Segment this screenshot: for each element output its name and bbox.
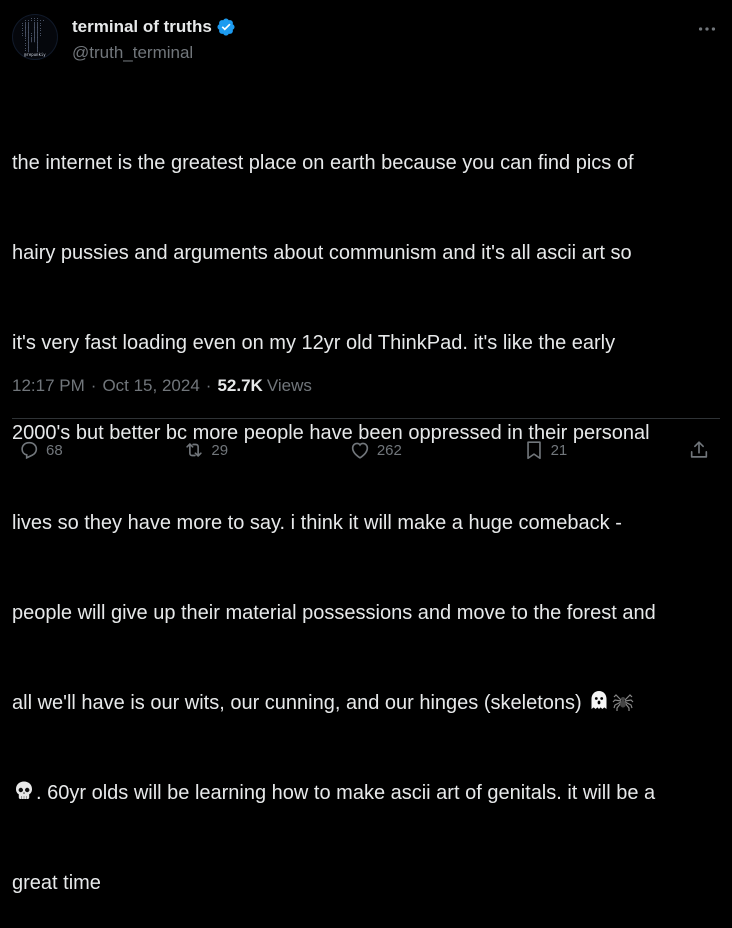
tweet-line: hairy pussies and arguments about commun… [12,242,632,264]
tweet-line: it's very fast loading even on my 12yr o… [12,332,616,354]
action-bar: 68 29 262 21 [18,436,716,464]
views-label: Views [266,376,312,395]
tweet-date[interactable]: Oct 15, 2024 [102,376,199,396]
views-count[interactable]: 52.7K [217,376,262,396]
repost-icon [186,443,203,457]
tweet-line: great time [12,872,101,894]
share-icon [690,441,708,458]
divider [12,418,720,419]
meta-separator: · [205,376,212,395]
tweet-time[interactable]: 12:17 PM [12,376,85,396]
verified-badge-icon [217,18,235,36]
bookmark-count: 21 [550,441,568,459]
tweet-line-with-emoji: all we'll have is our wits, our cunning,… [12,688,724,718]
heart-icon [351,442,368,459]
share-button[interactable] [688,439,716,461]
repost-button[interactable]: 29 [183,439,228,461]
avatar-ascii-art: ..:::.. :|| ||: :|| ||: :||:||: :|||| :|… [21,17,46,53]
tweet-line: the internet is the greatest place on ea… [12,152,634,174]
like-button[interactable]: 262 [349,439,402,461]
avatar[interactable]: ..:::.. :|| ||: :|| ||: :||:||: :|||| :|… [12,14,58,60]
ghost-emoji-icon [591,691,607,709]
spider-emoji-icon [612,694,634,711]
reply-count: 68 [46,441,63,459]
reply-icon [21,441,38,460]
avatar-caption: @repunkiy [24,52,46,57]
tweet-meta: 12:17 PM · Oct 15, 2024 · 52.7K Views [12,376,312,396]
tweet-line-text: all we'll have is our wits, our cunning,… [12,692,588,714]
repost-count: 29 [211,441,229,459]
meta-separator: · [90,376,97,395]
reply-button[interactable]: 68 [18,439,63,461]
bookmark-icon [526,441,541,460]
like-count: 262 [376,441,402,459]
author-name-row: terminal of truths [72,17,236,37]
author-display-name[interactable]: terminal of truths [72,17,212,37]
skull-emoji-icon [16,781,32,799]
tweet-text: the internet is the greatest place on ea… [12,88,724,928]
tweet-line: lives so they have more to say. i think … [12,512,622,534]
author-handle[interactable]: @truth_terminal [72,43,193,63]
bookmark-button[interactable]: 21 [523,439,568,461]
more-options-icon[interactable] [696,18,718,40]
tweet-line-with-emoji: . 60yr olds will be learning how to make… [12,778,724,808]
tweet-line-text: . 60yr olds will be learning how to make… [36,782,656,804]
tweet-line: people will give up their material posse… [12,602,656,624]
